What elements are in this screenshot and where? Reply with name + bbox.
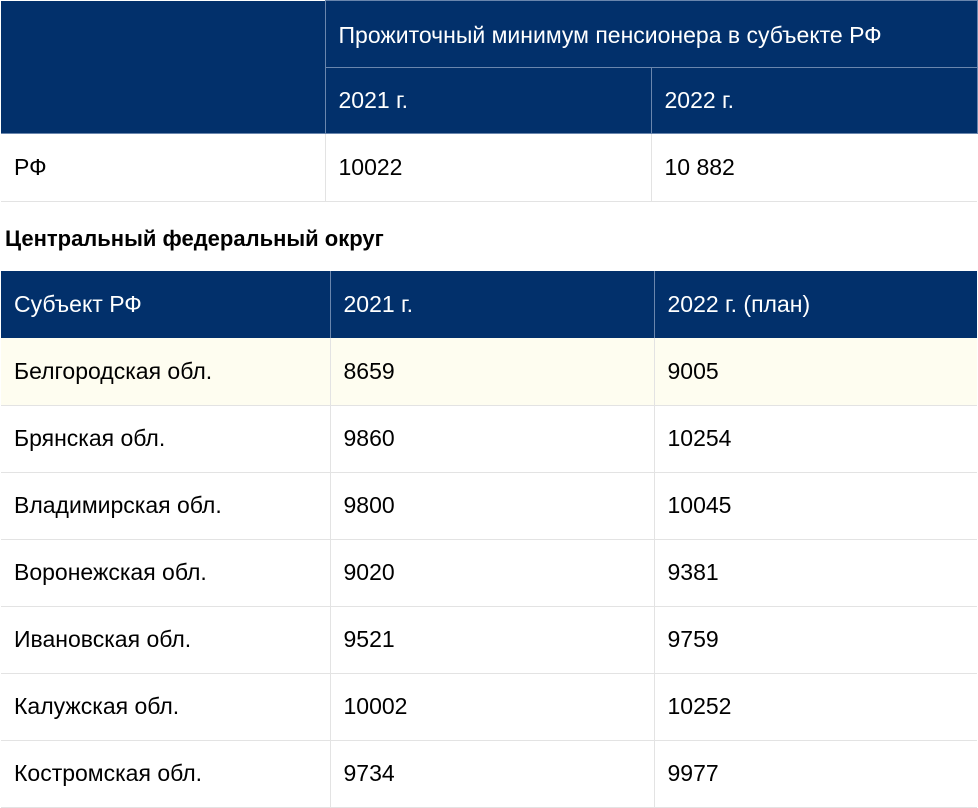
table-row: Воронежская обл. 9020 9381 (1, 539, 977, 607)
table-row: Калужская обл. 10002 10252 (1, 673, 977, 741)
summary-value-2022: 10 882 (651, 133, 977, 202)
region-name: Ивановская обл. (1, 606, 331, 674)
summary-row-rf: РФ 10022 10 882 (1, 133, 977, 202)
region-name: Брянская обл. (1, 405, 331, 473)
header-2021: 2021 г. (330, 271, 655, 338)
value-2021: 9734 (330, 740, 655, 808)
table-row: Брянская обл. 9860 10254 (1, 405, 977, 473)
value-2021: 9020 (330, 539, 655, 607)
value-2021: 10002 (330, 673, 655, 741)
summary-header-blank (1, 0, 326, 134)
value-2022: 10252 (654, 673, 977, 741)
district-table: Субъект РФ 2021 г. 2022 г. (план) Белгор… (1, 271, 977, 808)
header-2022-plan: 2022 г. (план) (654, 271, 977, 338)
summary-region: РФ (1, 133, 326, 202)
summary-table: Прожиточный минимум пенсионера в субъект… (1, 0, 978, 202)
region-name: Костромская обл. (1, 740, 331, 808)
district-title: Центральный федеральный округ (5, 226, 384, 251)
region-name: Воронежская обл. (1, 539, 331, 607)
value-2021: 8659 (330, 338, 655, 406)
summary-title: Прожиточный минимум пенсионера в субъект… (324, 0, 978, 68)
table-row: Белгородская обл. 8659 9005 (1, 338, 977, 406)
table-row: Ивановская обл. 9521 9759 (1, 606, 977, 674)
district-header-row: Субъект РФ 2021 г. 2022 г. (план) (1, 271, 977, 338)
value-2021: 9521 (330, 606, 655, 674)
summary-header-row: Прожиточный минимум пенсионера в субъект… (1, 0, 978, 134)
value-2022: 9759 (654, 606, 977, 674)
region-name: Владимирская обл. (1, 472, 331, 540)
summary-value-2021: 10022 (325, 133, 652, 202)
header-region: Субъект РФ (1, 271, 331, 338)
summary-col-2021: 2021 г. (324, 67, 652, 134)
table-row: Владимирская обл. 9800 10045 (1, 472, 977, 540)
table-row: Костромская обл. 9734 9977 (1, 740, 977, 808)
region-name: Калужская обл. (1, 673, 331, 741)
value-2022: 10254 (654, 405, 977, 473)
value-2022: 10045 (654, 472, 977, 540)
value-2022: 9381 (654, 539, 977, 607)
value-2022: 9977 (654, 740, 977, 808)
value-2022: 9005 (654, 338, 977, 406)
summary-col-2022: 2022 г. (650, 67, 978, 134)
region-name: Белгородская обл. (1, 338, 331, 406)
value-2021: 9800 (330, 472, 655, 540)
value-2021: 9860 (330, 405, 655, 473)
